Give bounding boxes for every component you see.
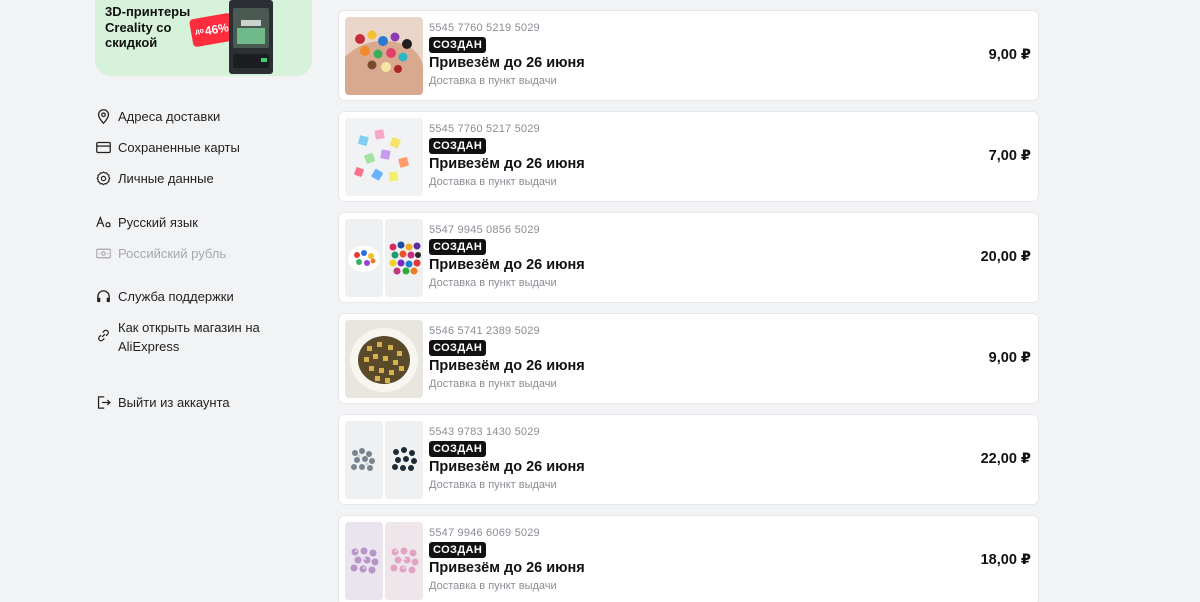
sidebar-item-label: Личные данные xyxy=(118,171,214,186)
order-thumbnails xyxy=(345,219,423,297)
delivery-method: Доставка в пункт выдачи xyxy=(429,176,557,188)
order-price: 7,00 ₽ xyxy=(988,148,1031,164)
sidebar-item-open-store[interactable]: Как открыть магазин на AliExpress xyxy=(95,318,288,356)
logout-icon xyxy=(97,396,111,409)
sidebar: 3D-принтеры Creality со скидкой до46% Ад… xyxy=(0,0,320,602)
product-image xyxy=(345,522,383,600)
sidebar-item-label: Как открыть магазин на AliExpress xyxy=(118,320,260,354)
product-image xyxy=(385,219,423,297)
status-badge: СОЗДАН xyxy=(429,542,487,558)
product-image xyxy=(345,219,383,297)
order-price: 22,00 ₽ xyxy=(980,451,1031,467)
order-thumbnails xyxy=(345,17,423,95)
delivery-date: Привезём до 26 июня xyxy=(429,560,585,576)
sidebar-item-logout[interactable]: Выйти из аккаунта xyxy=(95,393,288,412)
order-number: 5543 9783 1430 5029 xyxy=(429,426,540,438)
order-thumbnails xyxy=(345,522,423,600)
delivery-method: Доставка в пункт выдачи xyxy=(429,378,557,390)
order-thumbnails xyxy=(345,320,423,398)
status-badge: СОЗДАН xyxy=(429,37,487,53)
order-price: 9,00 ₽ xyxy=(988,350,1031,366)
delivery-method: Доставка в пункт выдачи xyxy=(429,479,557,491)
product-image xyxy=(345,421,383,499)
delivery-method: Доставка в пункт выдачи xyxy=(429,580,557,592)
headphones-icon xyxy=(97,290,110,303)
delivery-date: Привезём до 26 июня xyxy=(429,156,585,172)
delivery-date: Привезём до 26 июня xyxy=(429,358,585,374)
sidebar-item-label: Выйти из аккаунта xyxy=(118,395,230,410)
order-price: 20,00 ₽ xyxy=(980,249,1031,265)
product-image xyxy=(385,421,423,499)
order-number: 5545 7760 5219 5029 xyxy=(429,22,540,34)
delivery-date: Привезём до 26 июня xyxy=(429,257,585,273)
delivery-method: Доставка в пункт выдачи xyxy=(429,277,557,289)
order-card[interactable]: 5545 7760 5217 5029 СОЗДАН Привезём до 2… xyxy=(338,111,1039,202)
delivery-method: Доставка в пункт выдачи xyxy=(429,75,557,87)
product-image xyxy=(385,522,423,600)
order-card[interactable]: 5543 9783 1430 5029 СОЗДАН Привезём до 2… xyxy=(338,414,1039,505)
sidebar-item-support[interactable]: Служба поддержки xyxy=(95,287,288,306)
order-number: 5546 5741 2389 5029 xyxy=(429,325,540,337)
order-card[interactable]: 5546 5741 2389 5029 СОЗДАН Привезём до 2… xyxy=(338,313,1039,404)
order-number: 5545 7760 5217 5029 xyxy=(429,123,540,135)
promo-banner[interactable]: 3D-принтеры Creality со скидкой до46% xyxy=(95,0,312,76)
product-image xyxy=(345,320,423,398)
order-card[interactable]: 5545 7760 5219 5029 СОЗДАН Привезём до 2… xyxy=(338,10,1039,101)
location-pin-icon xyxy=(97,109,110,125)
link-icon xyxy=(98,329,109,342)
order-thumbnails xyxy=(345,421,423,499)
sidebar-item-currency: Российский рубль xyxy=(95,244,288,263)
language-icon xyxy=(96,215,111,228)
sidebar-item-label: Русский язык xyxy=(118,215,198,230)
status-badge: СОЗДАН xyxy=(429,239,487,255)
sidebar-item-label: Служба поддержки xyxy=(118,289,234,304)
currency-icon xyxy=(96,248,111,259)
product-image xyxy=(345,118,423,196)
delivery-date: Привезём до 26 июня xyxy=(429,55,585,71)
order-thumbnails xyxy=(345,118,423,196)
order-number: 5547 9946 6069 5029 xyxy=(429,527,540,539)
order-price: 9,00 ₽ xyxy=(988,47,1031,63)
status-badge: СОЗДАН xyxy=(429,441,487,457)
status-badge: СОЗДАН xyxy=(429,138,487,154)
delivery-date: Привезём до 26 июня xyxy=(429,459,585,475)
sidebar-item-language[interactable]: Русский язык xyxy=(95,213,288,232)
sidebar-item-cards[interactable]: Сохраненные карты xyxy=(95,138,288,157)
sidebar-item-label: Сохраненные карты xyxy=(118,140,240,155)
order-price: 18,00 ₽ xyxy=(980,552,1031,568)
order-number: 5547 9945 0856 5029 xyxy=(429,224,540,236)
gear-icon xyxy=(96,171,111,186)
credit-card-icon xyxy=(96,141,111,154)
sidebar-item-personal-data[interactable]: Личные данные xyxy=(95,169,288,188)
sidebar-item-addresses[interactable]: Адреса доставки xyxy=(95,107,288,126)
order-card[interactable]: 5547 9946 6069 5029 СОЗДАН Привезём до 2… xyxy=(338,515,1039,602)
sidebar-item-label: Адреса доставки xyxy=(118,109,221,124)
order-card[interactable]: 5547 9945 0856 5029 СОЗДАН Привезём до 2… xyxy=(338,212,1039,303)
sidebar-item-label: Российский рубль xyxy=(118,246,227,261)
status-badge: СОЗДАН xyxy=(429,340,487,356)
3d-printer-image xyxy=(229,0,273,74)
product-image xyxy=(345,17,423,95)
